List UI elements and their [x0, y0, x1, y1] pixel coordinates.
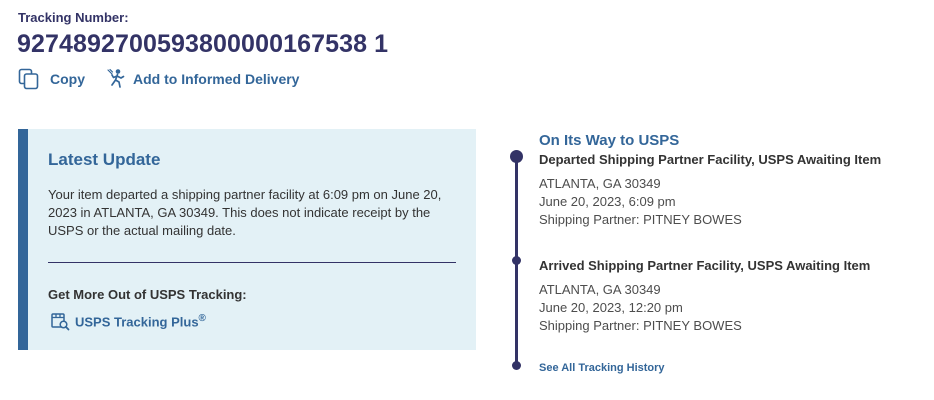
- copy-label: Copy: [50, 71, 85, 87]
- event-location: ATLANTA, GA 30349: [539, 282, 661, 297]
- add-to-informed-delivery-button[interactable]: Add to Informed Delivery: [85, 68, 299, 90]
- latest-update-panel: Latest Update Your item departed a shipp…: [18, 129, 476, 350]
- event-partner: Shipping Partner: PITNEY BOWES: [539, 318, 742, 333]
- registered-mark: ®: [198, 312, 206, 324]
- get-more-title: Get More Out of USPS Tracking:: [48, 287, 247, 302]
- panel-divider: [48, 262, 456, 263]
- timeline-current-dot: [510, 150, 523, 163]
- tracking-event: Departed Shipping Partner Facility, USPS…: [539, 152, 929, 229]
- latest-update-title: Latest Update: [48, 150, 161, 169]
- event-datetime: June 20, 2023, 6:09 pm: [539, 194, 676, 209]
- informed-delivery-label: Add to Informed Delivery: [133, 71, 300, 87]
- see-all-tracking-history-link[interactable]: See All Tracking History: [539, 362, 665, 374]
- event-partner: Shipping Partner: PITNEY BOWES: [539, 212, 742, 227]
- tracking-event: Arrived Shipping Partner Facility, USPS …: [539, 258, 929, 335]
- event-title: Departed Shipping Partner Facility, USPS…: [539, 152, 882, 167]
- event-location: ATLANTA, GA 30349: [539, 176, 661, 191]
- timeline-dot: [512, 256, 521, 265]
- copy-button[interactable]: Copy: [18, 68, 85, 90]
- latest-update-text: Your item departed a shipping partner fa…: [48, 187, 442, 238]
- mail-carrier-icon: [107, 68, 125, 88]
- tracking-actions: Copy Add to Informed Delivery: [18, 68, 299, 90]
- timeline-dot: [512, 361, 521, 370]
- tracking-number: 9274892700593800000167538 1: [17, 30, 389, 58]
- event-datetime: June 20, 2023, 12:20 pm: [539, 300, 683, 315]
- copy-icon: [18, 68, 39, 90]
- plus-label-text: USPS Tracking Plus: [75, 314, 199, 330]
- usps-tracking-plus-label: USPS Tracking Plus®: [75, 313, 206, 329]
- usps-tracking-plus-link[interactable]: USPS Tracking Plus®: [50, 311, 206, 331]
- tracking-number-label: Tracking Number:: [18, 10, 129, 25]
- event-title: Arrived Shipping Partner Facility, USPS …: [539, 258, 871, 273]
- package-search-icon: [51, 313, 70, 331]
- current-status-title: On Its Way to USPS: [539, 132, 680, 149]
